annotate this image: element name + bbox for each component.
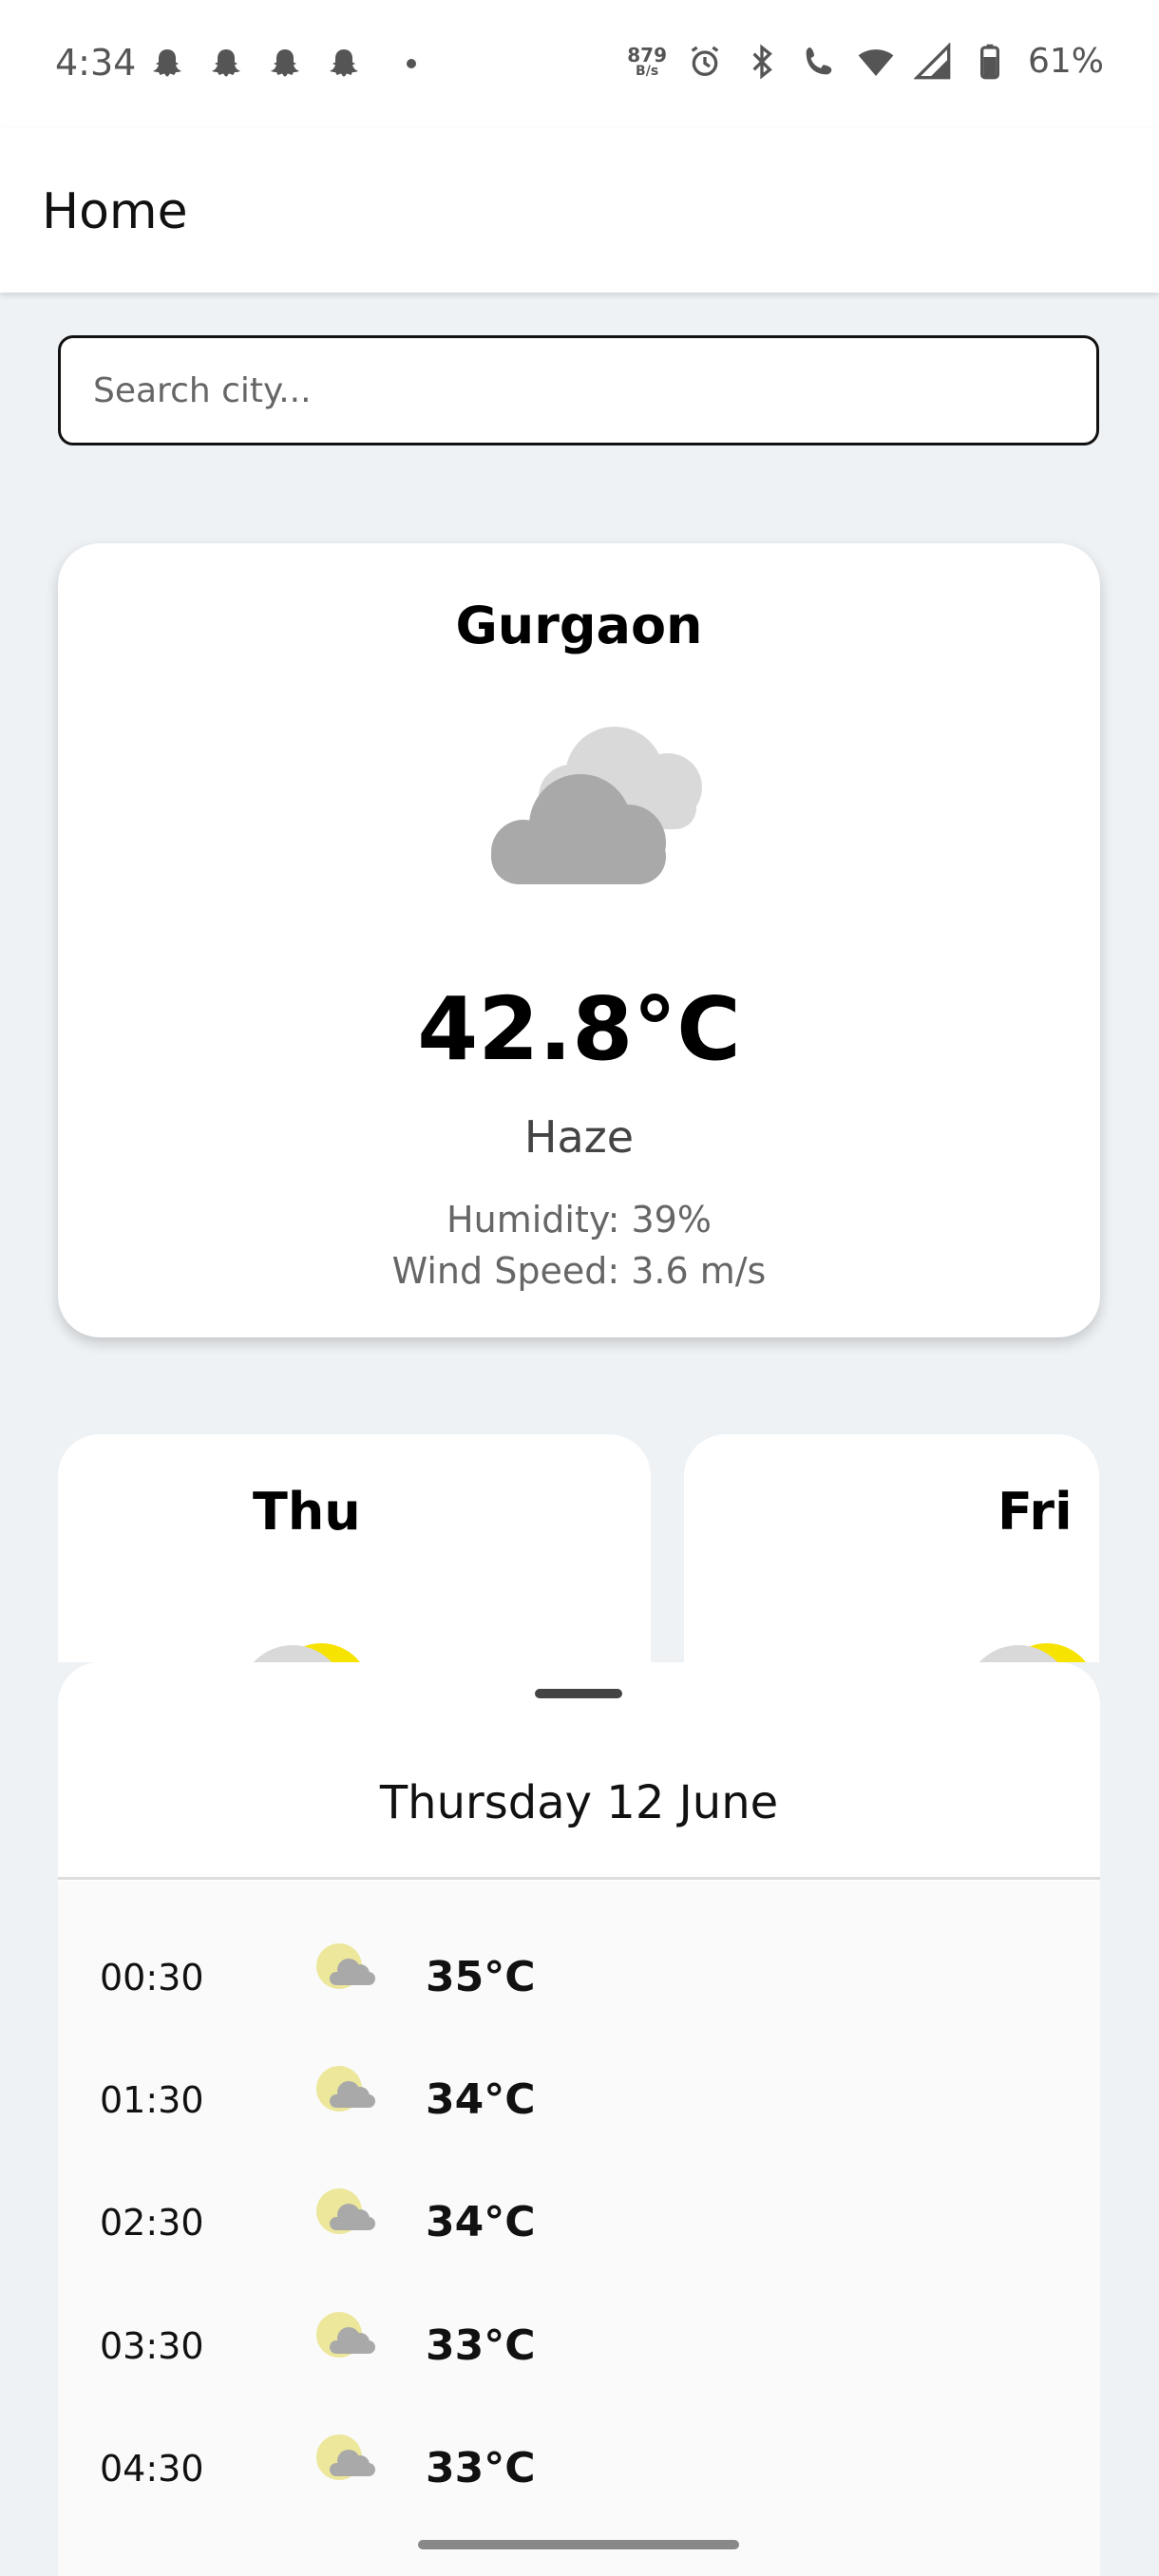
battery-percent: 61% (1027, 42, 1104, 81)
alarm-icon (691, 46, 719, 76)
home-indicator[interactable] (418, 2540, 739, 2549)
cloudy-moon-icon (316, 2434, 375, 2480)
hour-temperature: 33°C (426, 2444, 536, 2492)
hour-row: 02:30 34°C (58, 2173, 1100, 2268)
snapchat-icon (271, 49, 299, 77)
weather-condition: Haze (523, 1111, 635, 1163)
wifi-icon (858, 48, 894, 76)
more-notifications-dot (407, 59, 416, 68)
signal-icon (913, 42, 951, 79)
snapchat-icon (330, 49, 358, 77)
hourly-forecast-sheet[interactable]: Thursday 12 June 00:30 35°C 01:30 34°C 0… (58, 1662, 1100, 2576)
current-weather-card[interactable]: Gurgaon 42.8°C Haze Humidity: 39% Wind S… (58, 543, 1100, 1337)
hour-time: 04:30 (100, 2448, 204, 2490)
sheet-title: Thursday 12 June (379, 1776, 779, 1829)
forecast-card-thu[interactable]: Thu (58, 1434, 651, 1662)
partly-sunny-icon (253, 1643, 360, 1662)
wifi-calling-icon (806, 47, 832, 74)
hour-row: 04:30 33°C (58, 2419, 1100, 2514)
hour-time: 02:30 (100, 2202, 204, 2244)
hour-time: 01:30 (100, 2079, 204, 2121)
cloudy-moon-icon (316, 2066, 375, 2112)
notification-icons (150, 46, 416, 82)
drag-handle[interactable] (535, 1689, 622, 1698)
hour-row: 01:30 34°C (58, 2051, 1100, 2146)
cloudy-moon-icon (316, 1943, 375, 1989)
system-icons: 879 B/s 61% (627, 42, 1104, 81)
page-title: Home (42, 183, 188, 240)
search-city-input[interactable] (58, 335, 1099, 445)
snapchat-icon (153, 49, 181, 77)
current-temperature: 42.8°C (417, 978, 741, 1080)
network-speed: 879 B/s (627, 43, 667, 79)
forecast-day: Fri (998, 1482, 1073, 1542)
snapchat-icon (212, 49, 240, 77)
hour-temperature: 34°C (426, 2075, 536, 2124)
status-time: 4:34 (55, 42, 137, 84)
battery-icon (979, 44, 999, 79)
hour-temperature: 35°C (426, 1953, 536, 2001)
cloudy-moon-icon (316, 2188, 375, 2234)
status-bar: 4:34 879 B/s 61% (0, 0, 1159, 128)
hour-row: 03:30 33°C (58, 2297, 1100, 2392)
cloudy-icon (491, 727, 702, 884)
hour-time: 03:30 (100, 2325, 204, 2367)
wind-speed-text: Wind Speed: 3.6 m/s (391, 1250, 767, 1292)
forecast-day: Thu (253, 1482, 361, 1542)
partly-sunny-icon (978, 1643, 1086, 1662)
app-bar: Home (0, 128, 1159, 293)
bluetooth-icon (752, 44, 772, 79)
city-name: Gurgaon (455, 596, 703, 655)
divider (58, 1877, 1100, 1880)
humidity-text: Humidity: 39% (446, 1199, 712, 1241)
cloudy-moon-icon (316, 2312, 375, 2358)
hourly-list[interactable]: 00:30 35°C 01:30 34°C 02:30 34°C 03:30 3… (58, 1881, 1100, 2576)
forecast-card-fri[interactable]: Fri (684, 1434, 1099, 1662)
hour-row: 00:30 35°C (58, 1928, 1100, 2023)
hour-temperature: 34°C (426, 2198, 536, 2246)
hour-time: 00:30 (100, 1957, 204, 1998)
hour-temperature: 33°C (426, 2321, 536, 2370)
